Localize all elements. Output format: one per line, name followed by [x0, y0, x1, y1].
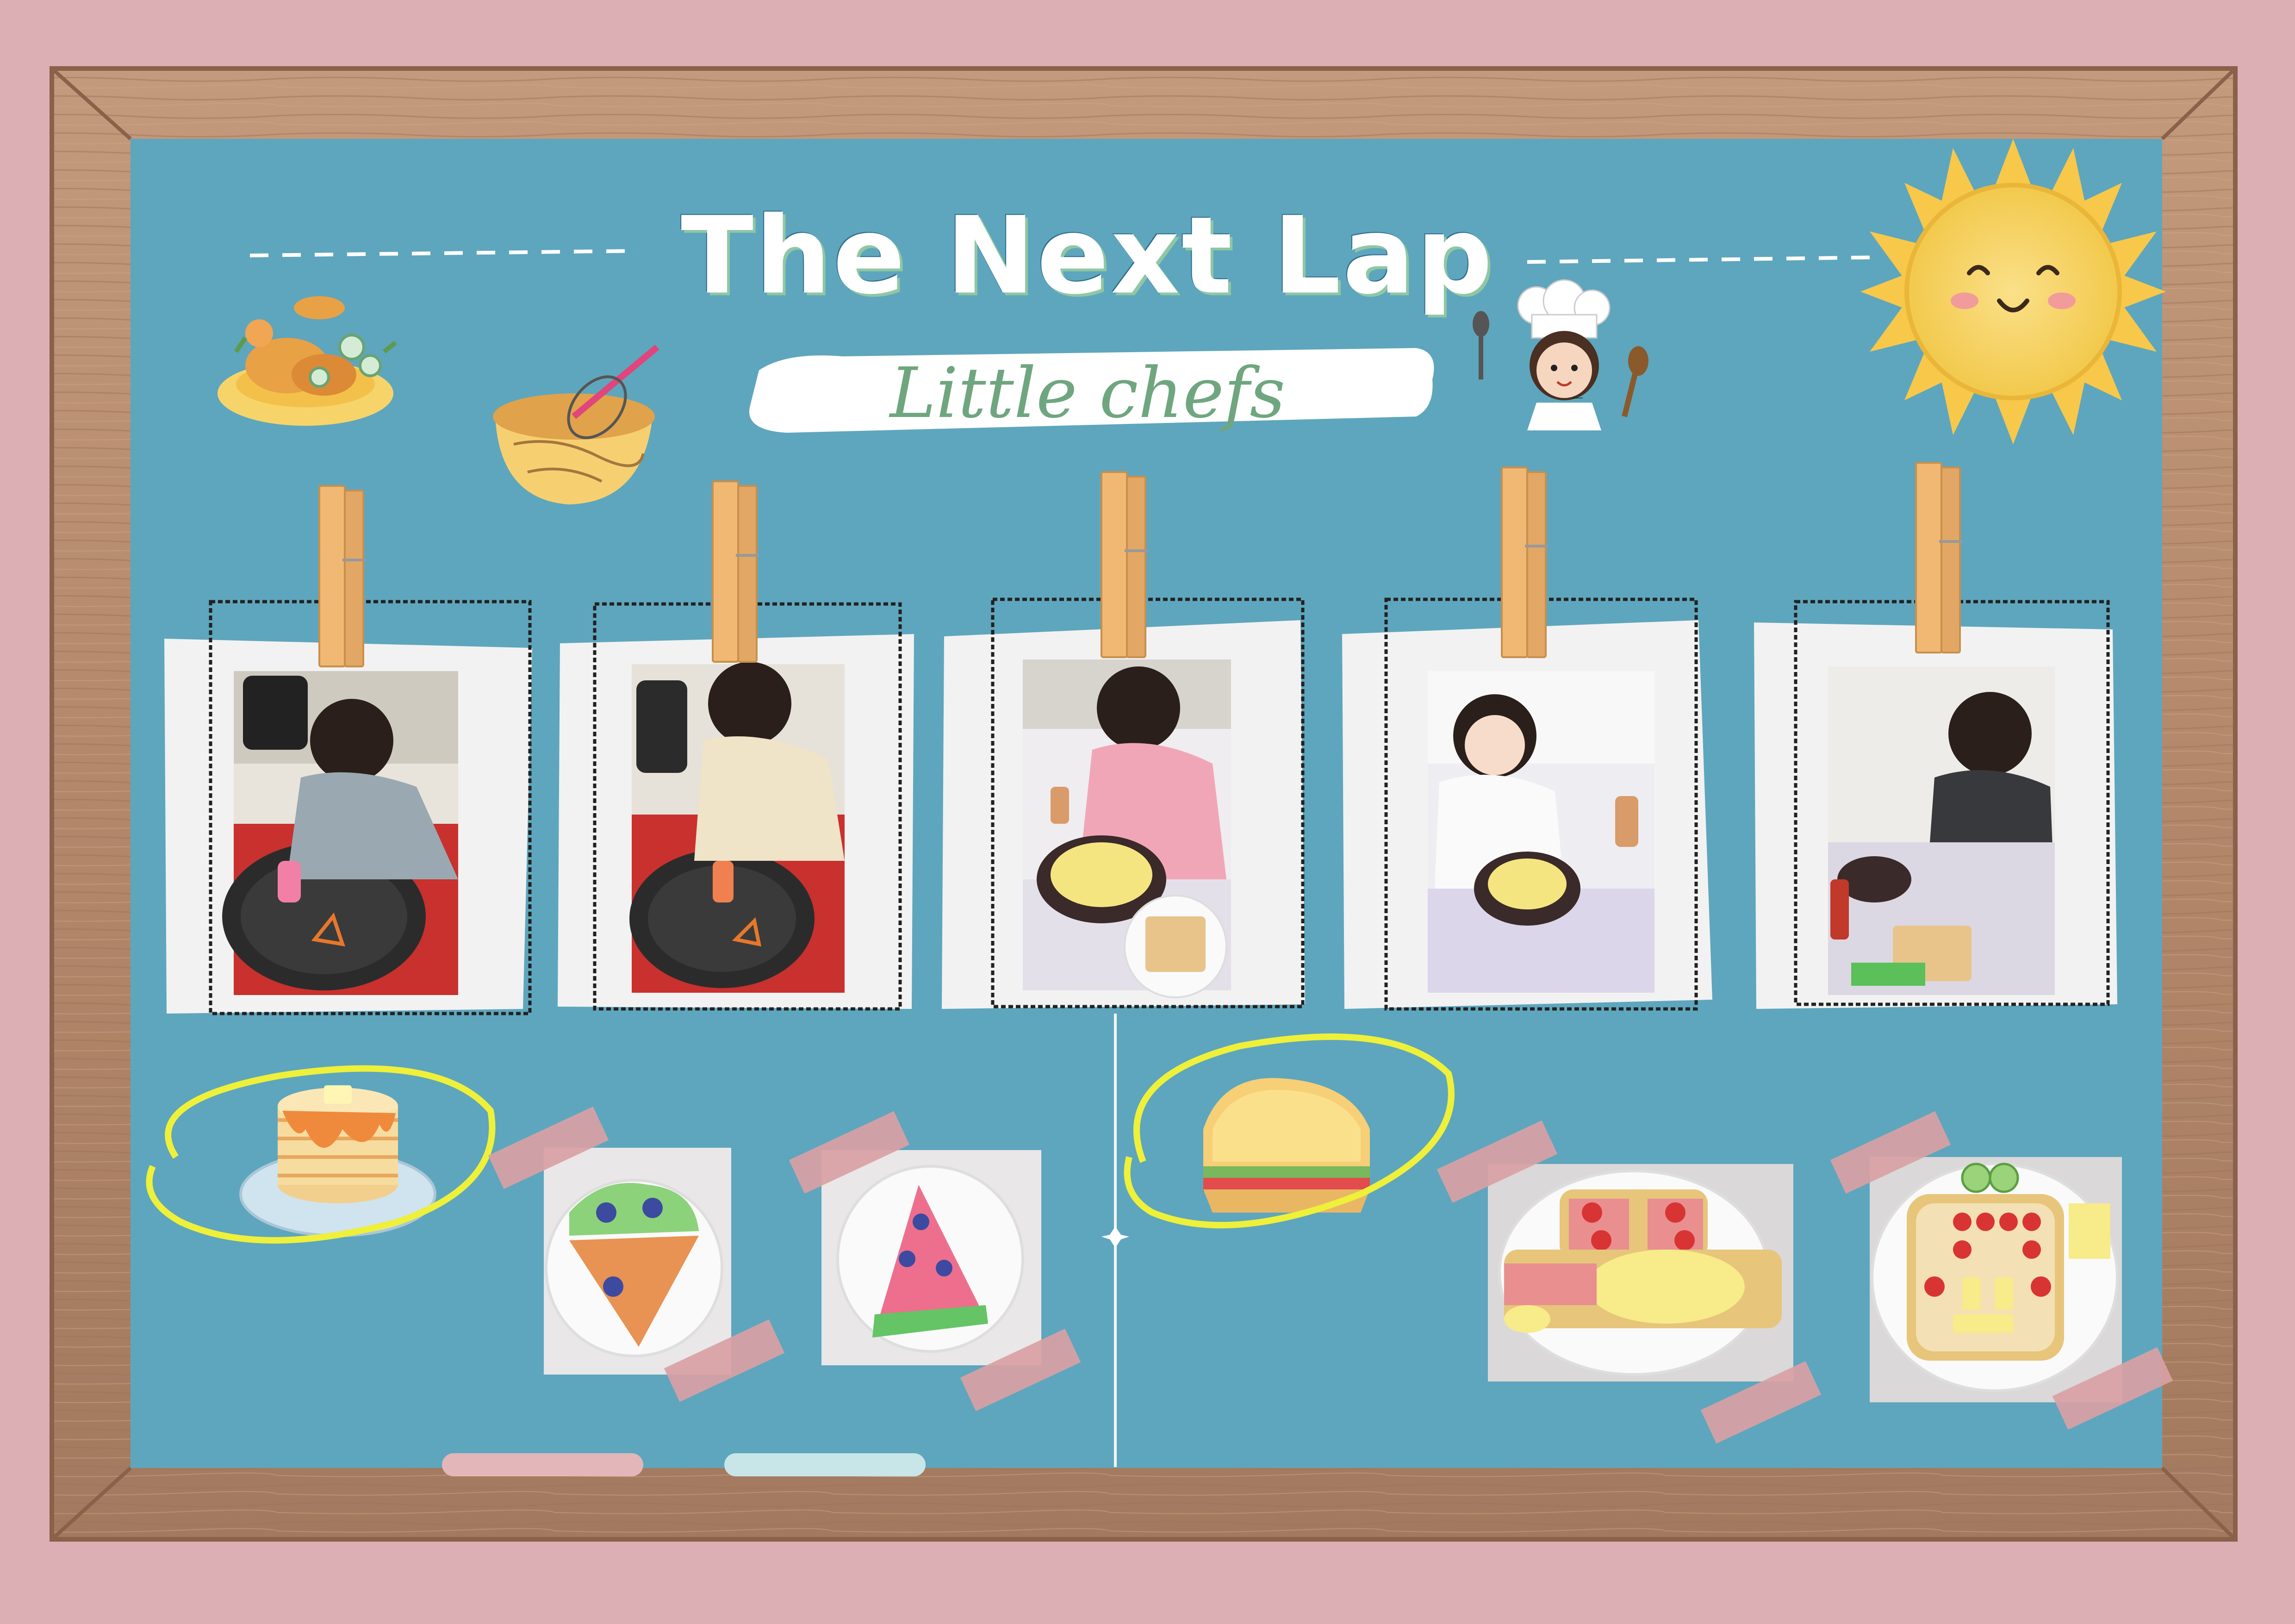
cooking-photo: [1023, 660, 1231, 998]
sandwich-icon: [1203, 1078, 1370, 1213]
food-photo-sandwich-face: [1870, 1157, 2122, 1402]
photo-card: [1754, 600, 2117, 1009]
photo-card: [558, 602, 914, 1011]
cooking-photo: [222, 671, 458, 995]
cooking-photo: [1828, 666, 2055, 995]
food-photo-watermelon-pancake: [821, 1150, 1041, 1365]
chalk-pink: [442, 1453, 643, 1476]
board-title: The Next Lap: [681, 194, 1494, 318]
chalk-blue: [724, 1453, 926, 1476]
photo-card: [1342, 597, 1712, 1011]
cooking-photo: [1428, 671, 1654, 993]
food-photo-ice-cream-pancake: [544, 1148, 731, 1375]
food-photo-sandwich-tomato: [1488, 1164, 1793, 1381]
cooking-photo: [629, 662, 845, 993]
photo-card: [942, 597, 1305, 1009]
sun-icon: [1860, 139, 2166, 444]
board-subtitle: Little chefs: [889, 353, 1286, 434]
